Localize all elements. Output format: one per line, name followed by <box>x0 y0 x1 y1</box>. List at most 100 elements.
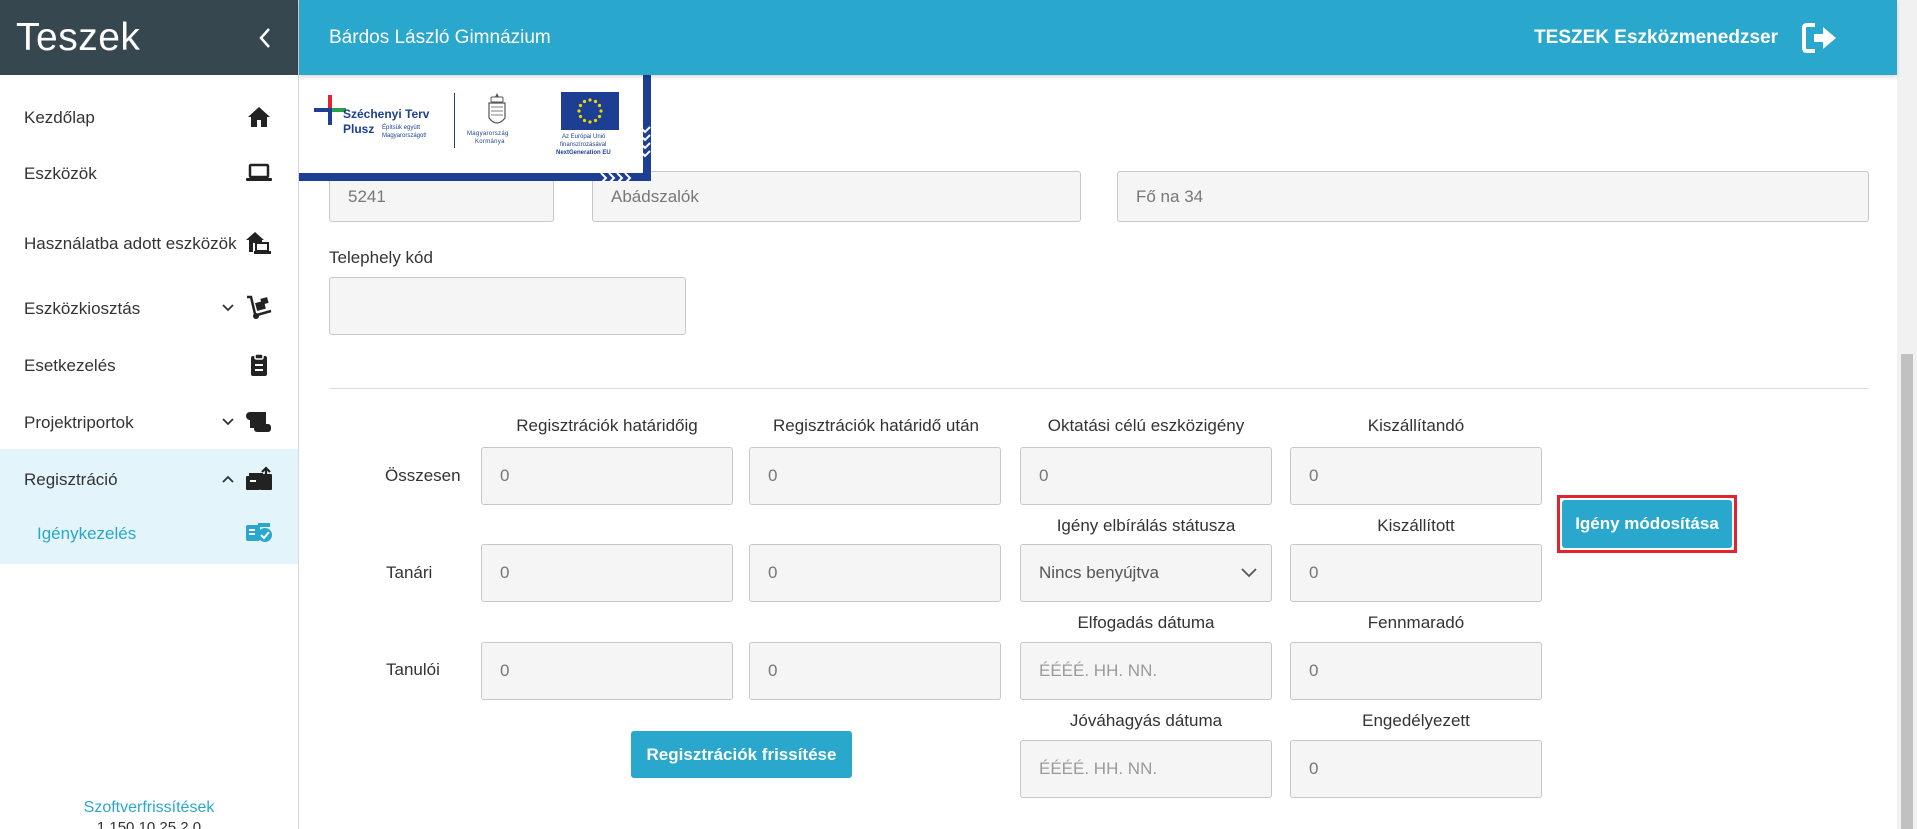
modify-request-button[interactable]: Igény módosítása <box>1562 500 1732 548</box>
site-code-label: Telephely kód <box>329 248 433 267</box>
to-deliver-field[interactable]: 0 <box>1290 447 1542 505</box>
sidebar-item-eszkozok[interactable]: Eszközök <box>0 153 298 193</box>
logout-icon <box>1802 22 1836 53</box>
register-devices-icon <box>244 466 274 492</box>
sidebar-item-hasznalatba-adott[interactable]: Használatba adott eszközök <box>0 218 298 268</box>
szechenyi-logo: Széchenyi Terv Plusz Építsük együtt Magy… <box>314 95 444 155</box>
student-after-deadline-field[interactable]: 0 <box>749 642 1001 700</box>
accept-date-field[interactable]: ÉÉÉÉ. HH. NN. <box>1020 642 1272 700</box>
refresh-registrations-button[interactable]: Regisztrációk frissítése <box>631 731 852 778</box>
approved-label: Engedélyezett <box>1362 711 1470 730</box>
col-header-after-deadline: Regisztrációk határidő után <box>772 416 979 435</box>
remaining-field[interactable]: 0 <box>1290 642 1542 700</box>
approved-field[interactable]: 0 <box>1290 740 1542 798</box>
remaining-label: Fennmaradó <box>1367 613 1465 632</box>
zip-code-value: 5241 <box>348 186 386 206</box>
row-label-total: Összesen <box>385 466 461 485</box>
sidebar-item-label: Használatba adott eszközök <box>24 233 237 253</box>
field-value: 0 <box>500 466 510 485</box>
approve-date-field[interactable]: ÉÉÉÉ. HH. NN. <box>1020 740 1272 798</box>
government-line1: Magyarország <box>467 131 509 137</box>
total-after-deadline-field[interactable]: 0 <box>749 447 1001 505</box>
eu-line3: NextGeneration EU <box>556 150 611 156</box>
logout-button[interactable] <box>1800 18 1840 58</box>
field-value: 0 <box>768 466 778 485</box>
col-header-before-deadline: Regisztrációk határidőig <box>516 416 698 435</box>
field-value: 0 <box>1039 466 1049 485</box>
sidebar-item-projektriportok[interactable]: Projektriportok <box>0 402 298 442</box>
student-before-deadline-field[interactable]: 0 <box>481 642 733 700</box>
sidebar: Teszek Kezdőlap Eszközök Használatba ado… <box>0 0 299 829</box>
sidebar-header: Teszek <box>0 0 298 75</box>
sidebar-item-regisztracio[interactable]: Regisztráció <box>0 459 298 499</box>
chevron-up-icon <box>220 475 236 483</box>
field-value: 0 <box>1309 661 1319 680</box>
szechenyi-line1: Széchenyi Terv <box>343 107 430 121</box>
row-label-student: Tanulói <box>386 660 440 679</box>
sidebar-item-label: Eszközkiosztás <box>24 298 141 318</box>
eu-logo: Az Európai Unió finanszírozásával NextGe… <box>556 92 629 157</box>
chevron-down-icon <box>1241 568 1257 578</box>
laptop-check-icon <box>244 521 274 545</box>
sidebar-item-label: Regisztráció <box>24 469 118 489</box>
sidebar-footer: Szoftverfrissítések 1.150.10.25.2.0 <box>0 799 298 829</box>
field-value: 0 <box>768 661 778 680</box>
sidebar-item-igenykezeles[interactable]: Igénykezelés <box>0 513 298 553</box>
sidebar-item-label: Projektriportok <box>24 412 134 432</box>
sidebar-item-kezdolap[interactable]: Kezdőlap <box>0 97 298 137</box>
status-select[interactable]: Nincs benyújtva <box>1020 544 1272 602</box>
street-field[interactable]: Fő na 34 <box>1117 171 1869 222</box>
section-divider <box>329 388 1869 389</box>
collapse-sidebar-button[interactable] <box>250 23 280 53</box>
street-value: Fő na 34 <box>1136 186 1204 206</box>
eu-line2: finanszírozásával <box>560 142 607 148</box>
version-text: 1.150.10.25.2.0 <box>96 819 202 829</box>
chevron-down-icon <box>220 304 236 312</box>
field-value: 0 <box>500 661 510 680</box>
scrollbar-thumb[interactable] <box>1901 354 1913 829</box>
delivered-field[interactable]: 0 <box>1290 544 1542 602</box>
page-scrollbar[interactable] <box>1897 0 1917 829</box>
app-name: Teszek <box>16 15 141 59</box>
field-value: 0 <box>500 563 510 582</box>
app-title: TESZEK Eszközmenedzser <box>1534 26 1778 48</box>
chevron-left-icon <box>259 27 270 48</box>
education-demand-field[interactable]: 0 <box>1020 447 1272 505</box>
teacher-before-deadline-field[interactable]: 0 <box>481 544 733 602</box>
logo-separator <box>454 93 455 148</box>
software-updates-link[interactable]: Szoftverfrissítések <box>0 799 298 817</box>
clipboard-icon <box>244 352 274 378</box>
status-select-value: Nincs benyújtva <box>1039 563 1160 582</box>
site-code-field[interactable] <box>329 277 686 335</box>
chevron-down-icon <box>220 418 236 426</box>
laptop-icon <box>244 162 274 184</box>
szechenyi-line2: Plusz <box>343 122 375 136</box>
home-icon <box>244 105 274 129</box>
delivered-label: Kiszállított <box>1377 516 1455 535</box>
sidebar-item-label: Kezdőlap <box>24 107 95 127</box>
field-value: 0 <box>1309 466 1319 485</box>
city-field[interactable]: Abádszalók <box>592 171 1081 222</box>
school-name: Bárdos László Gimnázium <box>329 26 551 48</box>
city-value: Abádszalók <box>611 186 699 206</box>
col-header-to-deliver: Kiszállítandó <box>1367 416 1465 435</box>
sidebar-item-label: Igénykezelés <box>37 523 137 543</box>
banner-chevrons-vertical <box>639 126 651 158</box>
banner-chevrons <box>600 172 632 184</box>
accept-date-label: Elfogadás dátuma <box>1077 613 1215 632</box>
accept-date-placeholder: ÉÉÉÉ. HH. NN. <box>1039 661 1158 680</box>
row-label-teacher: Tanári <box>386 563 433 582</box>
status-label: Igény elbírálás státusza <box>1056 516 1236 535</box>
hand-truck-icon <box>244 295 274 321</box>
sidebar-item-esetkezeles[interactable]: Esetkezelés <box>0 345 298 385</box>
sidebar-item-label: Esetkezelés <box>24 355 116 375</box>
funding-logo-banner: Széchenyi Terv Plusz Építsük együtt Magy… <box>299 75 651 184</box>
total-before-deadline-field[interactable]: 0 <box>481 447 733 505</box>
sidebar-item-eszkozkiosztas[interactable]: Eszközkiosztás <box>0 288 298 328</box>
col-header-education-demand: Oktatási célú eszközigény <box>1047 416 1245 435</box>
teacher-after-deadline-field[interactable]: 0 <box>749 544 1001 602</box>
sidebar-item-label: Eszközök <box>24 163 97 183</box>
eu-line1: Az Európai Unió <box>562 134 606 140</box>
government-line2: Kormánya <box>475 139 505 145</box>
approve-date-label: Jóváhagyás dátuma <box>1069 711 1223 730</box>
